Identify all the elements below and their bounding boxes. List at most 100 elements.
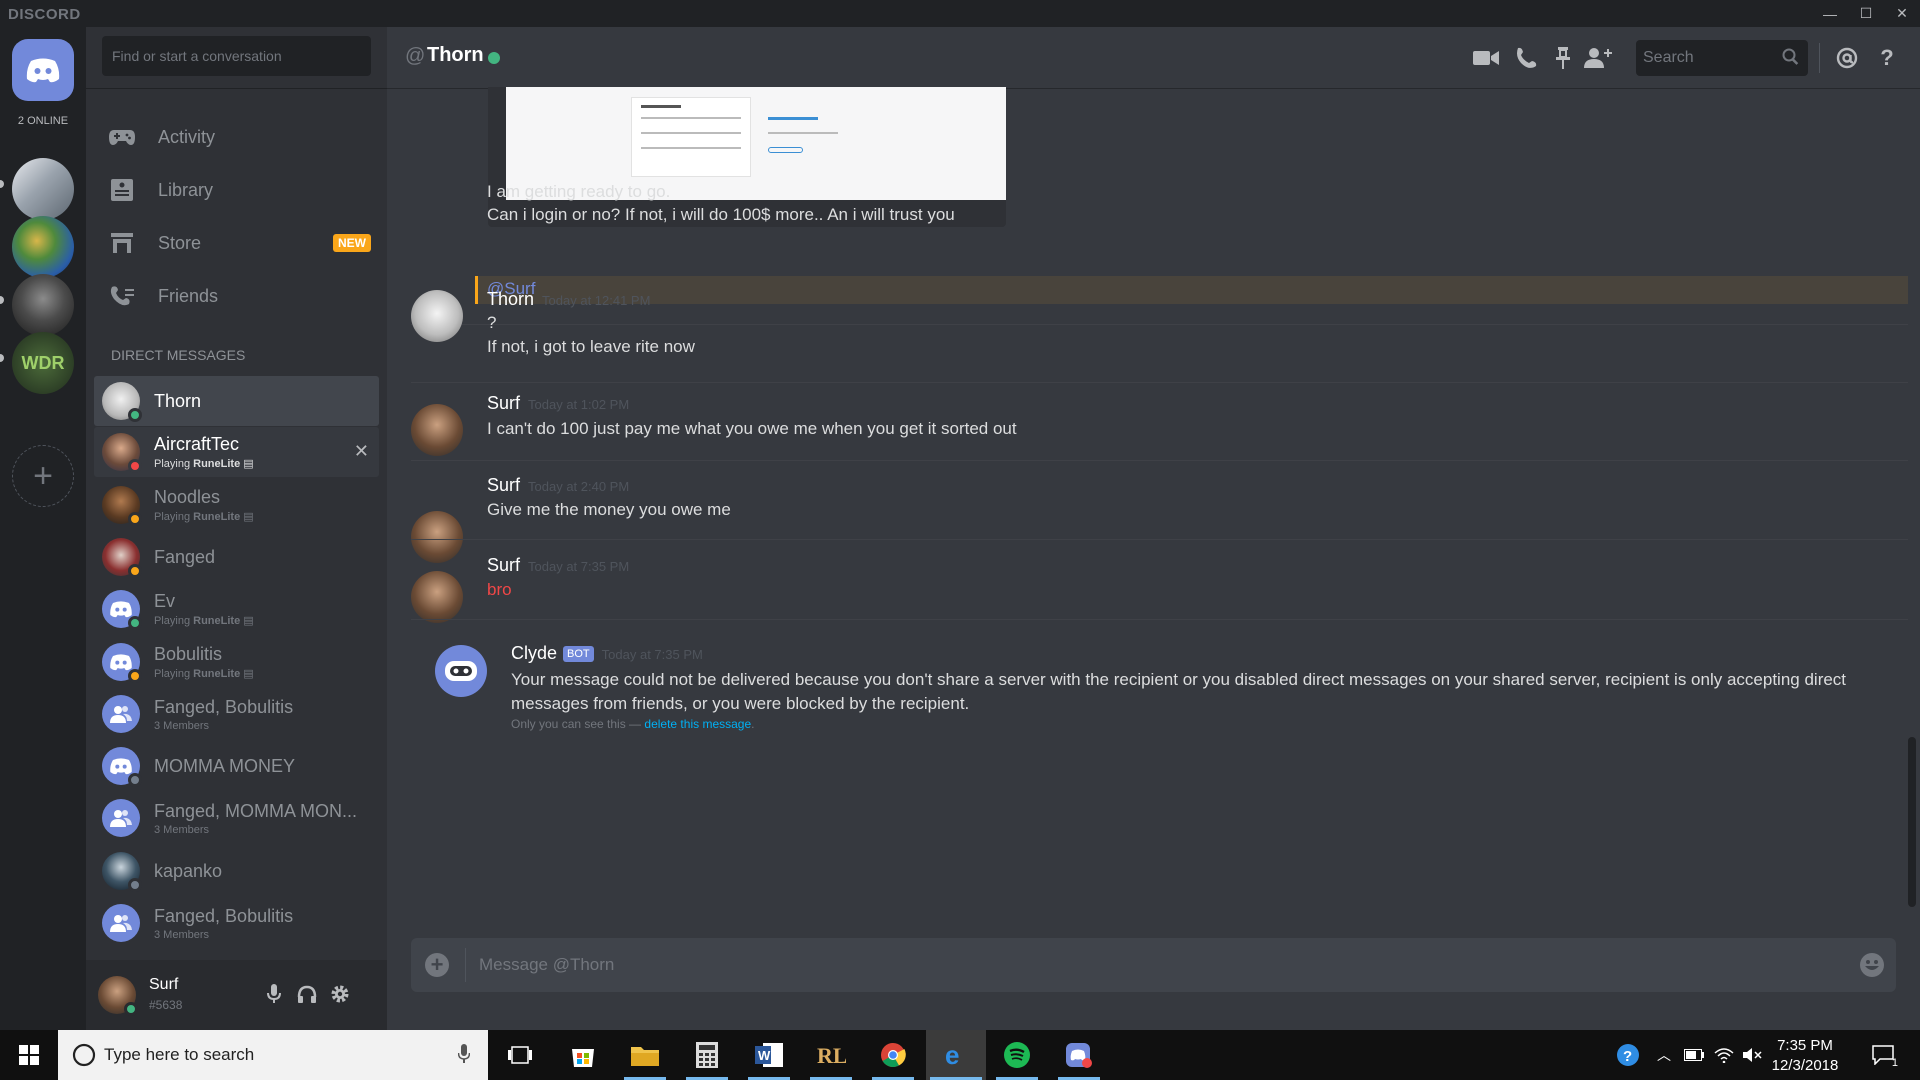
dm-item-group-fanged-bobulitis-2[interactable]: Fanged, Bobulitis 3 Members — [94, 898, 379, 948]
minimize-button[interactable]: — — [1812, 0, 1848, 27]
microphone-icon[interactable] — [262, 982, 286, 1006]
action-center-icon[interactable]: 1 — [1868, 1043, 1898, 1069]
message-author[interactable]: Surf — [487, 393, 520, 413]
user-panel: Surf #5638 — [86, 960, 387, 1030]
svg-text:e: e — [945, 1042, 959, 1068]
add-friend-to-dm-icon[interactable] — [1583, 43, 1613, 73]
message-avatar[interactable] — [411, 511, 463, 563]
dm-name: Bobulitis — [154, 644, 223, 664]
battery-icon[interactable] — [1682, 1043, 1706, 1067]
message-author[interactable]: Surf — [487, 475, 520, 495]
dm-item-momma-money[interactable]: MOMMA MONEY — [94, 741, 379, 791]
system-clock[interactable]: 7:35 PM 12/3/2018 — [1760, 1036, 1850, 1076]
dm-item-ev[interactable]: Ev Playing RuneLite ▤ — [94, 584, 379, 634]
chrome-icon[interactable] — [868, 1030, 918, 1080]
server-icon-wdr[interactable]: WDR — [12, 332, 74, 394]
dm-item-group-fanged-bobulitis[interactable]: Fanged, Bobulitis 3 Members — [94, 689, 379, 739]
svg-text:?: ? — [1623, 1048, 1632, 1065]
emoji-picker-icon[interactable] — [1858, 951, 1886, 979]
clyde-avatar[interactable] — [435, 645, 487, 697]
discord-taskbar-icon[interactable] — [1054, 1030, 1104, 1080]
message-search-input[interactable]: Search — [1636, 40, 1808, 76]
maximize-button[interactable]: ☐ — [1848, 0, 1884, 27]
clock-time: 7:35 PM — [1777, 1037, 1833, 1054]
chat-area: @ Thorn Search ? I am getting ready to g… — [387, 27, 1920, 1030]
message-avatar[interactable] — [411, 404, 463, 456]
dm-item-aircrafttec[interactable]: AircraftTec Playing RuneLite ▤ ✕ — [94, 427, 379, 477]
discord-default-avatar-icon — [110, 758, 132, 775]
video-call-icon[interactable] — [1471, 43, 1501, 73]
task-view-icon[interactable] — [495, 1030, 545, 1080]
nav-activity[interactable]: Activity — [94, 113, 379, 161]
taskbar-search-box[interactable]: Type here to search — [58, 1030, 488, 1080]
message-text: bro — [487, 580, 512, 599]
close-window-button[interactable]: ✕ — [1884, 0, 1920, 27]
message-avatar[interactable] — [411, 290, 463, 342]
channel-title: Thorn — [427, 44, 484, 66]
message-input[interactable]: Message @Thorn — [479, 955, 614, 975]
server-icon-2[interactable] — [12, 216, 74, 278]
dm-item-thorn[interactable]: Thorn — [94, 376, 379, 426]
spotify-icon[interactable] — [992, 1030, 1042, 1080]
notification-count: 1 — [1891, 1057, 1898, 1069]
nav-friends[interactable]: Friends — [94, 272, 379, 320]
chevron-up-icon[interactable]: ︿ — [1652, 1043, 1676, 1067]
settings-gear-icon[interactable] — [328, 982, 352, 1006]
bot-badge: BOT — [563, 646, 594, 662]
dm-item-bobulitis[interactable]: Bobulitis Playing RuneLite ▤ — [94, 637, 379, 687]
gamepad-icon — [108, 123, 136, 151]
nav-library[interactable]: Library — [94, 166, 379, 214]
nav-label: Activity — [158, 126, 216, 147]
dm-item-kapanko[interactable]: kapanko — [94, 846, 379, 896]
server-icon-1[interactable] — [12, 158, 74, 220]
nav-store[interactable]: Store NEW — [94, 219, 379, 267]
close-dm-icon[interactable]: ✕ — [354, 441, 369, 462]
dm-name: AircraftTec — [154, 434, 240, 454]
server-list: 2 ONLINE WDR + — [0, 27, 86, 1030]
status-indicator — [128, 669, 142, 683]
help-tray-icon[interactable]: ? — [1616, 1043, 1640, 1067]
avatar — [102, 852, 142, 892]
system-message-text: Your message could not be delivered beca… — [511, 670, 1847, 713]
voice-call-icon[interactable] — [1511, 43, 1541, 73]
home-button[interactable] — [12, 39, 74, 101]
nav-label: Library — [158, 179, 214, 200]
delete-message-link[interactable]: delete this message — [644, 717, 751, 731]
message-author[interactable]: Clyde — [511, 643, 557, 663]
group-dm-icon — [110, 810, 132, 827]
message-author[interactable]: Surf — [487, 555, 520, 575]
message-timestamp: Today at 7:35 PM — [528, 559, 630, 574]
message-composer[interactable]: + Message @Thorn — [411, 938, 1896, 992]
guild-unread-pill — [0, 180, 4, 188]
svg-text:W: W — [758, 1048, 771, 1063]
message-divider — [411, 460, 1908, 461]
chat-scrollbar[interactable] — [1908, 737, 1916, 907]
wifi-icon[interactable] — [1712, 1043, 1736, 1067]
runelite-icon[interactable]: RL — [806, 1030, 856, 1080]
message-divider — [411, 619, 1908, 620]
user-avatar[interactable] — [98, 976, 138, 1016]
microsoft-store-icon[interactable] — [558, 1030, 608, 1080]
find-conversation-input[interactable]: Find or start a conversation — [102, 36, 371, 76]
dm-item-group-fanged-momma[interactable]: Fanged, MOMMA MON... 3 Members — [94, 793, 379, 843]
word-icon[interactable]: W — [744, 1030, 794, 1080]
headphones-icon[interactable] — [295, 982, 319, 1006]
pinned-messages-icon[interactable] — [1548, 43, 1578, 73]
dm-activity: Playing RuneLite ▤ — [154, 511, 254, 523]
dm-item-noodles[interactable]: Noodles Playing RuneLite ▤ — [94, 480, 379, 530]
microphone-icon[interactable] — [457, 1044, 471, 1069]
mentions-icon[interactable] — [1832, 43, 1862, 73]
message-author[interactable]: Thorn — [487, 289, 534, 309]
start-button[interactable] — [0, 1030, 58, 1080]
upload-plus-icon[interactable]: + — [425, 952, 449, 977]
edge-browser-icon[interactable]: e — [926, 1030, 986, 1080]
file-explorer-icon[interactable] — [620, 1030, 670, 1080]
help-icon[interactable]: ? — [1872, 43, 1902, 73]
calculator-icon[interactable] — [682, 1030, 732, 1080]
add-server-button[interactable]: + — [12, 445, 74, 507]
avatar — [102, 799, 140, 837]
dm-item-fanged[interactable]: Fanged — [94, 532, 379, 582]
server-icon-3[interactable] — [12, 274, 74, 336]
message-avatar[interactable] — [411, 571, 463, 623]
online-status-dot — [488, 52, 500, 64]
